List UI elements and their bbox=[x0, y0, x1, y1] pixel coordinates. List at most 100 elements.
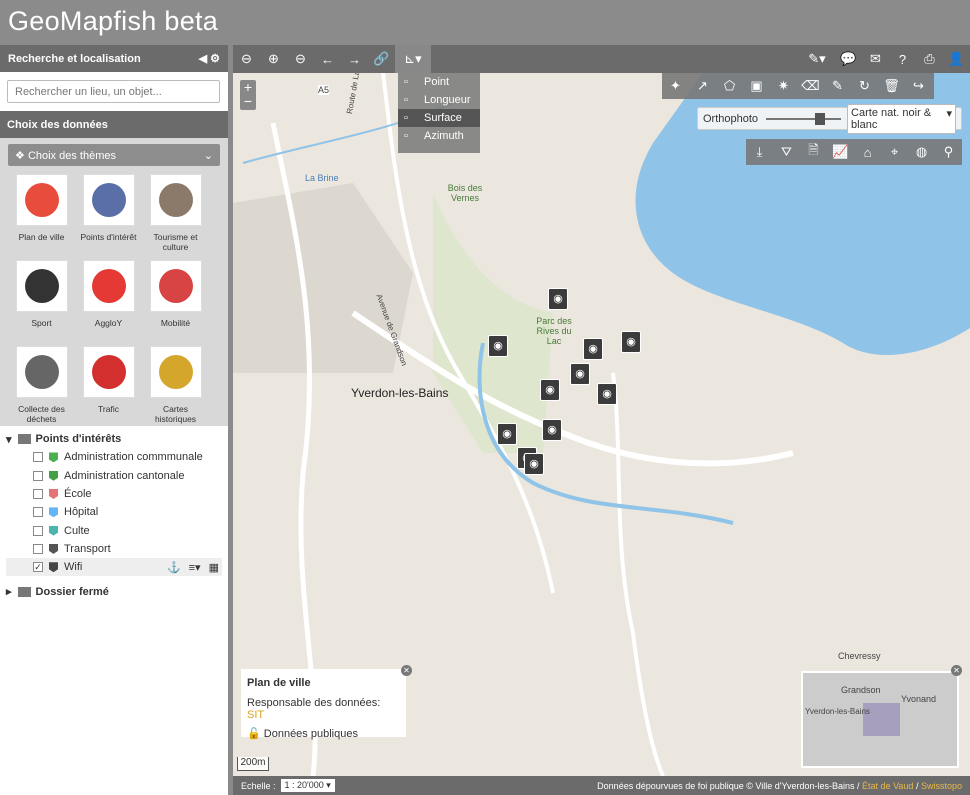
tree-group[interactable]: ▾ Points d'intérêts bbox=[6, 430, 222, 448]
ortho-slider[interactable] bbox=[766, 112, 842, 125]
theme-0[interactable]: Plan de ville bbox=[8, 174, 75, 260]
layer-item[interactable]: ✓ Wifi ⚓ ≡▾ ▦ bbox=[6, 558, 222, 577]
gear-icon[interactable]: ⚙ bbox=[210, 53, 220, 65]
panel-header: Recherche et localisation ◀ ⚙ bbox=[0, 45, 228, 72]
layers-list: Administration commmunale Administration … bbox=[6, 448, 222, 577]
wifi-marker-icon[interactable]: ◉ bbox=[597, 383, 617, 405]
scale-select[interactable]: 1 : 20'000 ▾ bbox=[280, 779, 335, 792]
pin-icon[interactable]: ⚲ bbox=[935, 139, 962, 165]
measure-item[interactable]: ▫ Point bbox=[398, 73, 480, 91]
add-point-icon[interactable]: ✦ bbox=[662, 73, 689, 99]
wifi-marker-icon[interactable]: ◉ bbox=[497, 423, 517, 445]
marker-icon bbox=[49, 525, 58, 536]
wifi-marker-icon[interactable]: ◉ bbox=[621, 331, 641, 353]
heart-icon bbox=[82, 260, 135, 312]
measure-icon[interactable]: ⊾▾ bbox=[395, 45, 431, 73]
pencil-icon[interactable]: ✎ bbox=[824, 73, 851, 99]
theme-7[interactable]: Trafic bbox=[75, 346, 142, 432]
soccer-ball-icon bbox=[15, 260, 68, 312]
filter-icon[interactable]: ⛛ bbox=[773, 139, 800, 165]
measure-item[interactable]: ▫ Surface bbox=[398, 109, 480, 127]
vaud-link[interactable]: État de Vaud bbox=[862, 781, 913, 791]
theme-8[interactable]: Cartes historiques bbox=[142, 346, 209, 432]
eraser-icon[interactable]: ⌫ bbox=[797, 73, 824, 99]
layer-checkbox[interactable] bbox=[33, 507, 43, 518]
rotate-icon[interactable]: ↻ bbox=[851, 73, 878, 99]
layer-checkbox[interactable] bbox=[33, 470, 43, 481]
wifi-marker-icon[interactable]: ◉ bbox=[583, 338, 603, 360]
themes-grid: Plan de ville Points d'intérêt Tourisme et… bbox=[8, 174, 220, 432]
wifi-marker-icon[interactable]: ◉ bbox=[540, 379, 560, 401]
draw-icon[interactable]: ✎▾ bbox=[799, 45, 835, 73]
layer-item[interactable]: Hôpital bbox=[6, 503, 222, 521]
document-icon[interactable]: 🗎 bbox=[800, 139, 827, 165]
location-icon[interactable]: ⌖ bbox=[881, 139, 908, 165]
mail-icon[interactable]: ✉ bbox=[862, 45, 889, 73]
forward-arrow-icon[interactable]: → bbox=[341, 45, 368, 73]
measure-item[interactable]: ▫ Longueur bbox=[398, 91, 480, 109]
bucket-icon[interactable]: ⌂ bbox=[854, 139, 881, 165]
zoom-extent-icon[interactable]: ⊖ bbox=[233, 45, 260, 73]
wifi-marker-icon[interactable]: ◉ bbox=[570, 363, 590, 385]
museum-icon bbox=[149, 174, 202, 226]
zoom-out-icon[interactable]: ⊖ bbox=[287, 45, 314, 73]
theme-1[interactable]: Points d'intérêt bbox=[75, 174, 142, 260]
delete-icon[interactable]: 🗑 bbox=[878, 73, 905, 99]
wifi-marker-icon[interactable]: ◉ bbox=[524, 453, 544, 475]
share-icon[interactable]: ↪ bbox=[905, 73, 932, 99]
user-icon[interactable]: 👤 bbox=[943, 45, 970, 73]
anchor-icon[interactable]: ⚓ bbox=[167, 561, 181, 574]
wifi-marker-icon[interactable]: ◉ bbox=[542, 419, 562, 441]
tree-folder[interactable]: ▸ Dossier fermé bbox=[6, 582, 222, 600]
slider-handle[interactable] bbox=[814, 112, 825, 125]
add-rectangle-icon[interactable]: ▣ bbox=[743, 73, 770, 99]
layer-checkbox[interactable]: ✓ bbox=[33, 562, 43, 573]
swisstopo-link[interactable]: Swisstopo bbox=[921, 781, 962, 791]
help-icon[interactable]: ? bbox=[889, 45, 916, 73]
add-polygon-icon[interactable]: ⬠ bbox=[716, 73, 743, 99]
wifi-marker-icon[interactable]: ◉ bbox=[548, 288, 568, 310]
unlock-icon: 🔓 bbox=[247, 728, 261, 740]
print-icon[interactable]: ⎙ bbox=[916, 45, 943, 73]
layer-item[interactable]: Culte bbox=[6, 521, 222, 539]
layer-item[interactable]: Transport bbox=[6, 540, 222, 558]
link-icon[interactable]: 🔗 bbox=[368, 45, 395, 73]
resp-link[interactable]: SIT bbox=[247, 709, 264, 721]
collapse-icon[interactable]: ◀ bbox=[199, 53, 207, 65]
theme-5[interactable]: Mobilité bbox=[142, 260, 209, 346]
zoom-in-button[interactable]: + bbox=[240, 80, 256, 94]
overview-map[interactable]: Grandson Yvonand Yverdon-les-Bains bbox=[801, 671, 959, 768]
zoom-out-button[interactable]: − bbox=[240, 94, 256, 108]
map-icon bbox=[15, 174, 68, 226]
close-info-icon[interactable]: ✕ bbox=[401, 665, 412, 676]
back-arrow-icon[interactable]: ← bbox=[314, 45, 341, 73]
legend-icon[interactable]: ≡▾ bbox=[189, 561, 201, 574]
layer-item[interactable]: Administration commmunale bbox=[6, 448, 222, 466]
layer-checkbox[interactable] bbox=[33, 452, 43, 463]
zoom-in-icon[interactable]: ⊕ bbox=[260, 45, 287, 73]
wifi-marker-icon[interactable]: ◉ bbox=[488, 335, 508, 357]
download-icon[interactable]: ⤓ bbox=[746, 139, 773, 165]
add-line-icon[interactable]: ↗ bbox=[689, 73, 716, 99]
layer-checkbox[interactable] bbox=[33, 525, 43, 536]
theme-6[interactable]: Collecte des déchets bbox=[8, 346, 75, 432]
person-icon bbox=[149, 260, 202, 312]
theme-3[interactable]: Sport bbox=[8, 260, 75, 346]
comment-icon[interactable]: 💬 bbox=[835, 45, 862, 73]
theme-2[interactable]: Tourisme et culture bbox=[142, 174, 209, 260]
close-overview-icon[interactable]: ✕ bbox=[951, 665, 962, 676]
basemap-select[interactable]: Carte nat. noir & blanc ▾ bbox=[847, 103, 956, 134]
layer-checkbox[interactable] bbox=[33, 489, 43, 500]
add-circle-icon[interactable]: ✷ bbox=[770, 73, 797, 99]
globe-icon[interactable]: ◍ bbox=[908, 139, 935, 165]
chart-icon[interactable]: 📈 bbox=[827, 139, 854, 165]
theme-4[interactable]: AggloY bbox=[75, 260, 142, 346]
opacity-icon[interactable]: ▦ bbox=[209, 561, 219, 574]
measure-menu: ▫ Point ▫ Longueur ▫ Surface ▫ Azimuth bbox=[398, 73, 480, 153]
layer-item[interactable]: Administration cantonale bbox=[6, 467, 222, 485]
layer-item[interactable]: École bbox=[6, 485, 222, 503]
measure-item[interactable]: ▫ Azimuth bbox=[398, 127, 480, 145]
layer-checkbox[interactable] bbox=[33, 543, 43, 554]
search-input[interactable]: Rechercher un lieu, un objet... bbox=[7, 80, 220, 103]
themes-button[interactable]: ❖ Choix des thèmes ⌄ bbox=[8, 144, 220, 166]
